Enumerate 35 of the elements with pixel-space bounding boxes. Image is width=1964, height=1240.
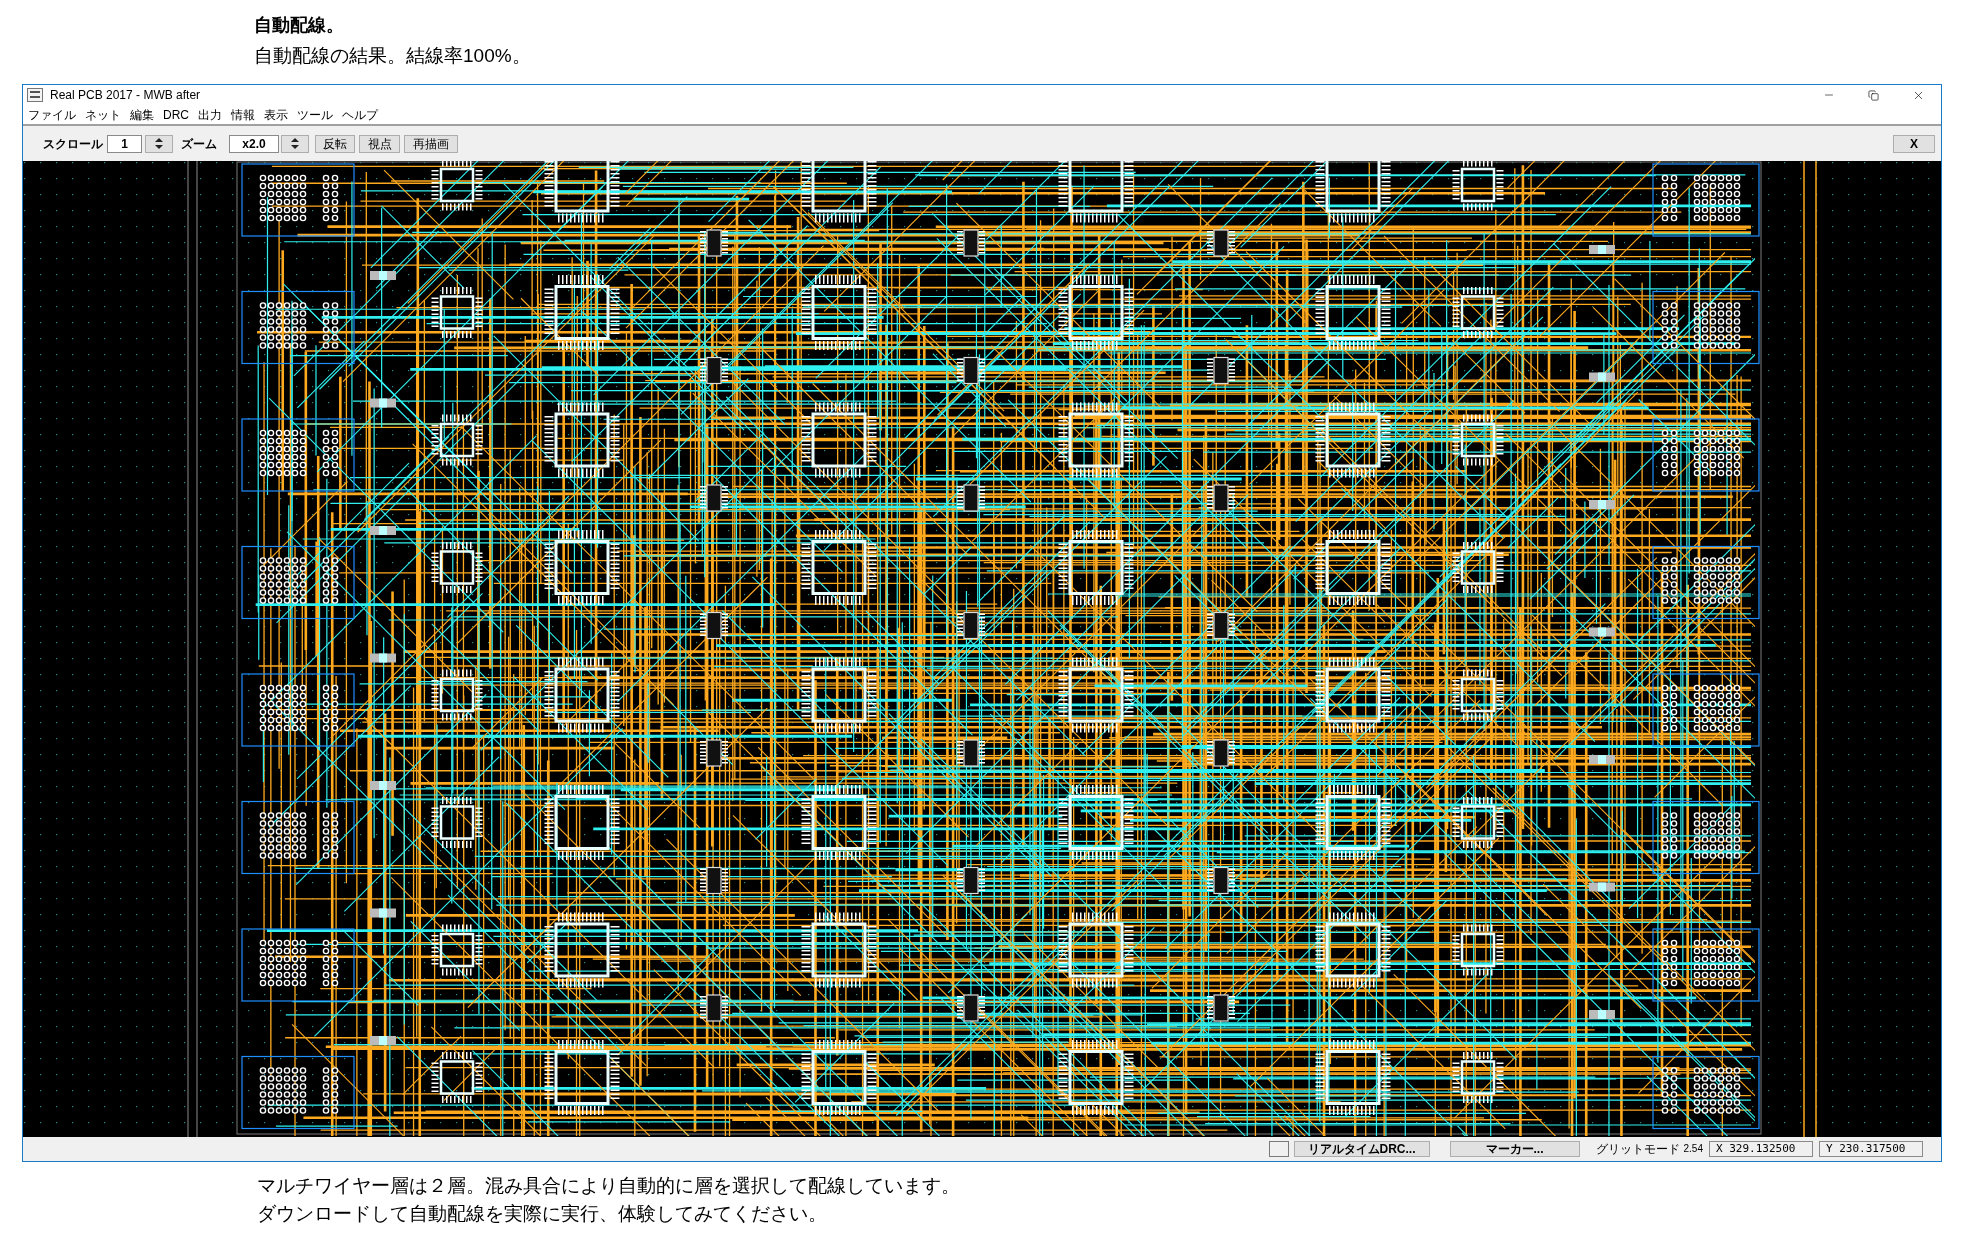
x-coordinate-readout: X 329.132500 xyxy=(1709,1141,1813,1157)
caption-line: マルチワイヤー層は２層。混み具合により自動的に層を選択して配線しています。 xyxy=(257,1174,960,1198)
menu-item[interactable]: ヘルプ xyxy=(342,106,378,123)
spin-button[interactable] xyxy=(281,134,309,153)
realtime-drc-checkbox[interactable] xyxy=(1268,1141,1289,1157)
realtime-drc-button[interactable]: リアルタイムDRC... xyxy=(1293,1141,1430,1157)
restore-icon xyxy=(1868,89,1879,101)
window-title: Real PCB 2017 - MWB after xyxy=(50,87,201,103)
zoom-label: ズーム xyxy=(181,135,217,153)
spin-button[interactable] xyxy=(145,134,173,153)
menu-item[interactable]: ファイル xyxy=(28,106,76,123)
grid-mode-label: グリットモード xyxy=(1595,1141,1680,1157)
marker-button[interactable]: マーカー... xyxy=(1449,1141,1580,1157)
scroll-value-field[interactable]: 1 xyxy=(107,134,142,153)
up-down-arrows-icon xyxy=(155,138,163,149)
up-down-arrows-icon xyxy=(291,138,299,149)
zoom-value-field[interactable]: x2.0 xyxy=(229,134,279,153)
grid-value: 2.54 xyxy=(1683,1142,1703,1156)
toolbar-button[interactable]: 再描画 xyxy=(404,134,458,153)
menu-item[interactable]: DRC xyxy=(163,106,189,123)
caption-line: ダウンロードして自動配線を実際に実行、体験してみてください。 xyxy=(257,1202,827,1226)
menu-item[interactable]: 情報 xyxy=(231,106,255,123)
menu-item[interactable]: ネット xyxy=(85,106,121,123)
close-panel-button[interactable]: X xyxy=(1893,134,1935,153)
article-heading: 自動配線。 xyxy=(254,14,344,37)
menu-item[interactable]: ツール xyxy=(297,106,333,123)
toolbar-button[interactable]: 反転 xyxy=(315,134,355,153)
y-coordinate-readout: Y 230.317500 xyxy=(1819,1141,1923,1157)
app-logo-icon xyxy=(27,88,43,102)
menu-item[interactable]: 出力 xyxy=(198,106,222,123)
scroll-label: スクロール xyxy=(43,135,103,153)
menu-item[interactable]: 表示 xyxy=(264,106,288,123)
toolbar-button[interactable]: 視点 xyxy=(359,134,400,153)
article-subtitle: 自動配線の結果。結線率100%。 xyxy=(254,44,531,68)
menu-item[interactable]: 編集 xyxy=(130,106,154,123)
